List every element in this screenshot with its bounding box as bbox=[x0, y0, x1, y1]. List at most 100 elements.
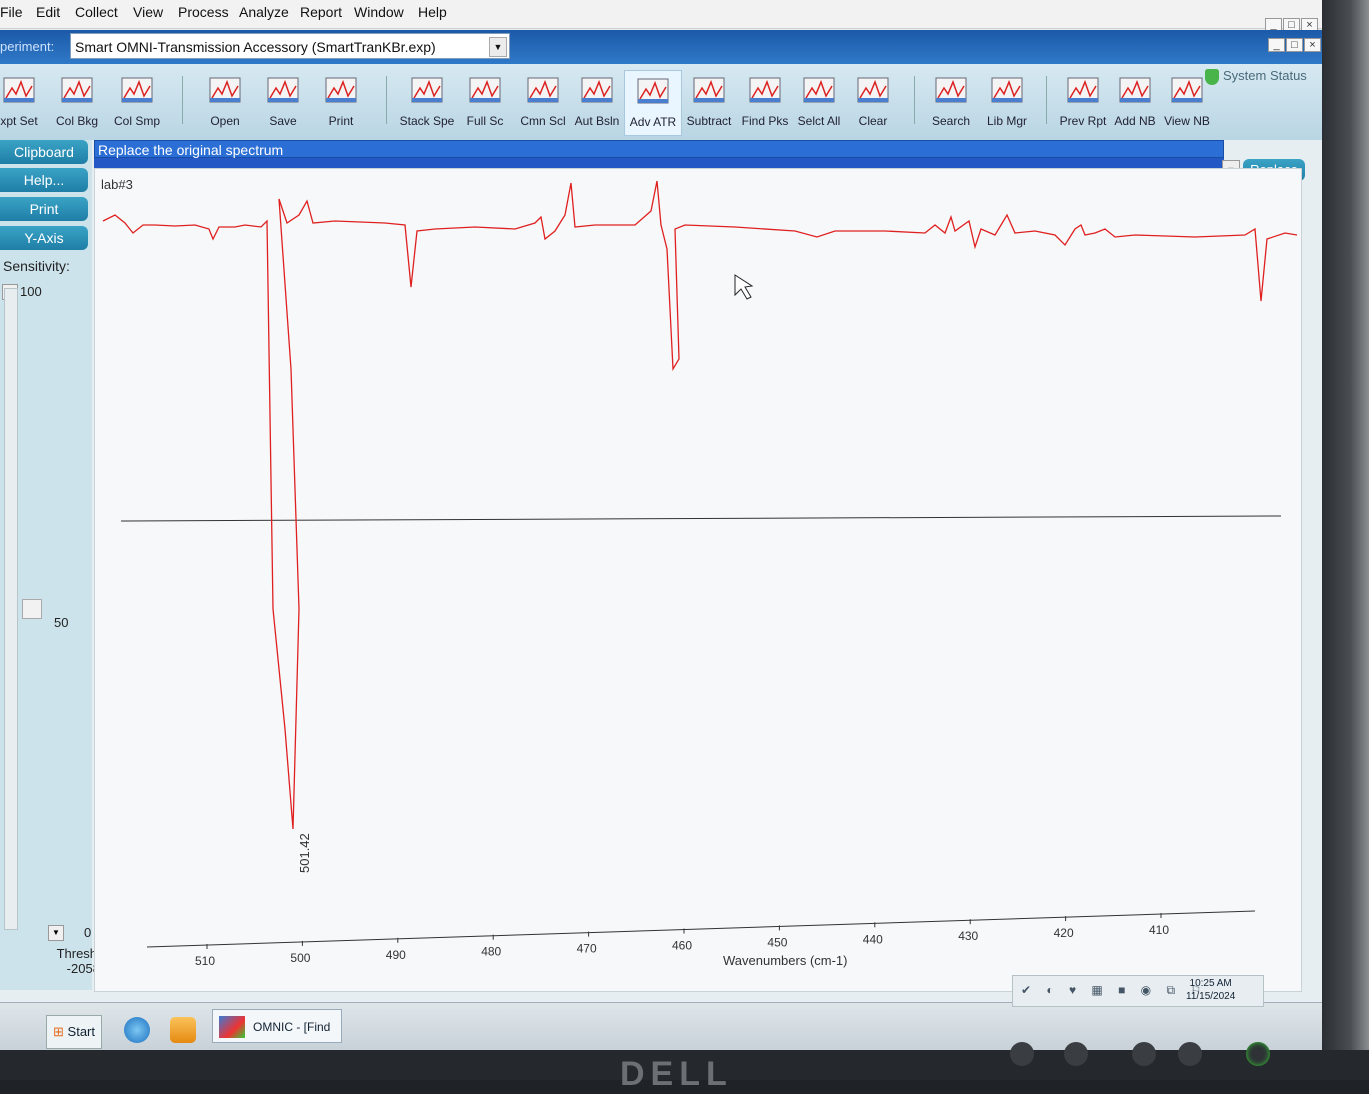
command-field[interactable]: Replace the original spectrum bbox=[94, 140, 1224, 158]
menu-file[interactable]: File bbox=[0, 4, 23, 20]
auto-baseline-button[interactable]: Aut Bsln bbox=[568, 70, 626, 136]
power-icon[interactable] bbox=[1246, 1042, 1270, 1066]
omnic-task-button[interactable]: OMNIC - [Find Pea... bbox=[212, 1009, 342, 1043]
col-bkg-button[interactable]: Col Bkg bbox=[48, 70, 106, 136]
toolbar-label: Add NB bbox=[1114, 114, 1156, 128]
chevron-down-icon[interactable]: ▼ bbox=[489, 37, 507, 57]
print-button[interactable]: Print bbox=[312, 70, 370, 136]
clipboard-button[interactable]: Clipboard bbox=[0, 140, 88, 164]
toolbar-label: xpt Set bbox=[0, 114, 38, 128]
add-nb-button[interactable]: Add NB bbox=[1106, 70, 1164, 136]
toolbar-label: Stack Spe bbox=[399, 114, 455, 128]
screen: File Edit Collect View Process Analyze R… bbox=[0, 0, 1322, 1050]
expt-set-button[interactable]: xpt Set bbox=[0, 70, 48, 136]
toolbar-label: Selct All bbox=[797, 114, 841, 128]
menu-report[interactable]: Report bbox=[300, 4, 342, 20]
sensitivity-max: 100 bbox=[20, 284, 42, 299]
system-status-label: System Status bbox=[1223, 68, 1307, 83]
col-smp-button[interactable]: Col Smp bbox=[108, 70, 166, 136]
menu-process[interactable]: Process bbox=[178, 4, 229, 20]
toolbar-label: Aut Bsln bbox=[574, 114, 620, 128]
start-button[interactable]: ⊞ Start bbox=[46, 1015, 102, 1049]
menu-view[interactable]: View bbox=[133, 4, 163, 20]
toolbar-label: Col Smp bbox=[113, 114, 160, 128]
taskbar: ✔ ◐ ♥ ▦ ■ ◉ ⧉ ⚐ 10:25 AM 11/15/2024 ⊞ St… bbox=[0, 975, 1322, 1050]
menu-collect[interactable]: Collect bbox=[75, 4, 118, 20]
common-scale-button[interactable]: Cmn Scl bbox=[514, 70, 572, 136]
find-peaks-button[interactable]: Find Pks bbox=[736, 70, 794, 136]
save-icon bbox=[266, 74, 300, 106]
media-player-icon[interactable] bbox=[170, 1017, 196, 1043]
toolbar-label: Adv ATR bbox=[629, 115, 677, 129]
menu-help[interactable]: Help bbox=[418, 4, 447, 20]
mouse-cursor-icon bbox=[734, 274, 754, 300]
toolbar-label: Lib Mgr bbox=[986, 114, 1027, 128]
clock[interactable]: 10:25 AM 11/15/2024 bbox=[1186, 977, 1235, 1003]
omnic-app-icon bbox=[219, 1016, 245, 1038]
internet-explorer-icon[interactable] bbox=[124, 1017, 150, 1043]
lib-mgr-button[interactable]: Lib Mgr bbox=[978, 70, 1036, 136]
x-axis-tick-label: 490 bbox=[386, 948, 406, 962]
side-panel: Clipboard Help... Print Y-Axis Sensitivi… bbox=[0, 140, 118, 990]
save-button[interactable]: Save bbox=[254, 70, 312, 136]
menu-window[interactable]: Window bbox=[354, 4, 404, 20]
toolbar-label: Clear bbox=[858, 114, 888, 128]
x-axis-tick-label: 480 bbox=[481, 945, 501, 959]
monitor-plus-icon[interactable] bbox=[1178, 1042, 1202, 1066]
doc-restore-icon[interactable]: □ bbox=[1286, 38, 1303, 52]
toolbar-label: Prev Rpt bbox=[1059, 114, 1107, 128]
experiment-bar: periment: Smart OMNI-Transmission Access… bbox=[0, 30, 1322, 64]
doc-minimize-icon[interactable]: _ bbox=[1268, 38, 1285, 52]
sensitivity-slider[interactable] bbox=[4, 288, 18, 930]
menu-edit[interactable]: Edit bbox=[36, 4, 60, 20]
help-button[interactable]: Help... bbox=[0, 168, 88, 192]
x-axis-line bbox=[146, 910, 1256, 948]
toolbar-separator bbox=[1046, 76, 1047, 124]
y-axis-button[interactable]: Y-Axis bbox=[0, 226, 88, 250]
open-button[interactable]: Open bbox=[196, 70, 254, 136]
full-scale-button[interactable]: Full Sc bbox=[456, 70, 514, 136]
toolbar-label: Search bbox=[931, 114, 971, 128]
menu-bar: File Edit Collect View Process Analyze R… bbox=[0, 0, 1322, 32]
experiment-select[interactable]: Smart OMNI-Transmission Accessory (Smart… bbox=[70, 33, 510, 59]
select-all-button[interactable]: Selct All bbox=[790, 70, 848, 136]
sensitivity-min: 0 bbox=[84, 925, 92, 940]
find-peaks-icon bbox=[748, 74, 782, 106]
clear-button[interactable]: Clear bbox=[844, 70, 902, 136]
monitor-bezel-right bbox=[1322, 0, 1369, 1080]
stack-spectra-button[interactable]: Stack Spe bbox=[398, 70, 456, 136]
toolbar-label: Save bbox=[269, 114, 297, 128]
report-icon bbox=[1066, 74, 1100, 106]
tray-icons: ✔ ◐ ♥ ▦ ■ ◉ ⧉ ⚐ bbox=[1021, 983, 1208, 997]
settings-icon bbox=[2, 74, 36, 106]
sensitivity-mid: 50 bbox=[54, 615, 69, 630]
toolbar-separator bbox=[386, 76, 387, 124]
print-side-button[interactable]: Print bbox=[0, 197, 88, 221]
folder-icon bbox=[208, 74, 242, 106]
menu-analyze[interactable]: Analyze bbox=[239, 4, 289, 20]
doc-close-icon[interactable]: × bbox=[1304, 38, 1321, 52]
subtract-button[interactable]: Subtract bbox=[680, 70, 738, 136]
notebook-view-icon bbox=[1170, 74, 1204, 106]
experiment-label: periment: bbox=[0, 39, 55, 54]
spectrum-trace bbox=[102, 180, 1298, 830]
search-icon bbox=[934, 74, 968, 106]
monitor-menu-icon[interactable] bbox=[1064, 1042, 1088, 1066]
toolbar-label: Open bbox=[210, 114, 240, 128]
monitor-button-icon[interactable] bbox=[1010, 1042, 1034, 1066]
spectrum-plot[interactable]: lab#3 510 500 490 480 470 460 450 440 430 420 410 … bbox=[94, 168, 1302, 992]
toolbar: System Status xpt Set Col Bkg Col Smp Open S… bbox=[0, 64, 1322, 140]
prev-rpt-button[interactable]: Prev Rpt bbox=[1054, 70, 1112, 136]
adv-atr-button[interactable]: Adv ATR bbox=[624, 70, 682, 136]
background-icon bbox=[60, 74, 94, 106]
library-icon bbox=[990, 74, 1024, 106]
view-nb-button[interactable]: View NB bbox=[1158, 70, 1216, 136]
sensitivity-thumb[interactable] bbox=[22, 599, 42, 619]
system-status[interactable]: System Status bbox=[1205, 68, 1307, 85]
clock-date: 11/15/2024 bbox=[1186, 991, 1236, 1002]
search-button[interactable]: Search bbox=[922, 70, 980, 136]
experiment-value: Smart OMNI-Transmission Accessory (Smart… bbox=[75, 39, 436, 55]
monitor-minus-icon[interactable] bbox=[1132, 1042, 1156, 1066]
slider-down-icon[interactable]: ▼ bbox=[48, 925, 64, 941]
clock-time: 10:25 AM bbox=[1189, 978, 1232, 989]
